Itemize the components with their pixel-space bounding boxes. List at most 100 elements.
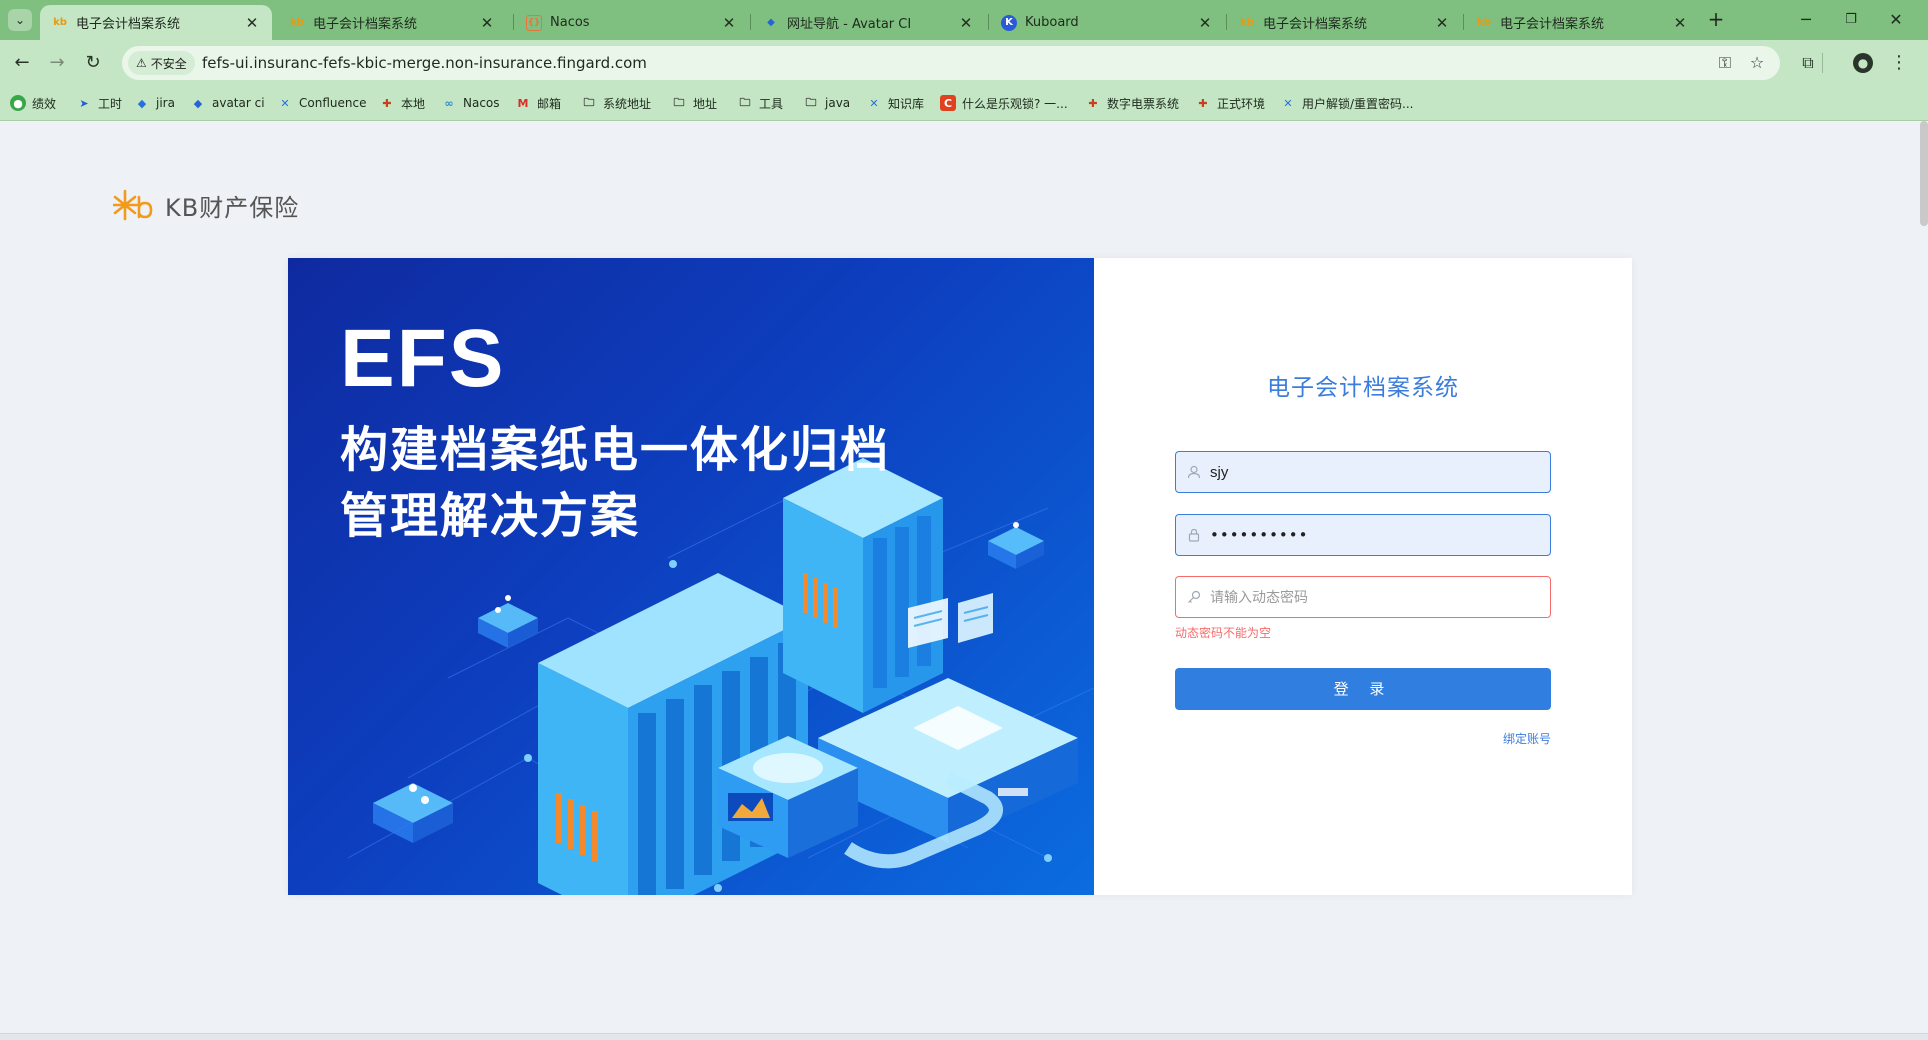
tab-kuboard[interactable]: K Kuboard ✕ [989,5,1225,40]
mail-icon: M [517,96,529,110]
bookmark-label: Confluence [299,96,367,110]
bookmark-label: 数字电票系统 [1107,96,1180,111]
tab-avatar-ci[interactable]: ◆ 网址导航 - Avatar CI ✕ [751,5,986,40]
login-card: EFS 构建档案纸电一体化归档 管理解决方案 电子会计档案系统 sjy ••••… [288,258,1632,895]
login-form: 电子会计档案系统 sjy •••••••••• 请输入动态密码 动态密码不能为空… [1094,258,1632,895]
avatar-diamond-icon: ◆ [767,17,775,28]
bookmark-item[interactable]: ◆ avatar ci [190,93,265,113]
tab-title: Kuboard [1025,15,1079,30]
bookmark-label: 绩效 [32,96,57,111]
lock-icon [1184,525,1204,545]
bookmark-label: 邮箱 [537,96,562,111]
username-field[interactable]: sjy [1175,451,1551,493]
back-arrow-icon[interactable]: ← [9,50,35,76]
nacos-favicon-icon: {} [526,14,542,31]
jira-icon: ◆ [137,96,147,110]
kb-favicon-icon: kb [1240,17,1254,28]
bookmark-item[interactable]: ✚ 数字电票系统 [1085,93,1179,113]
password-key-icon[interactable]: ⚿ [1714,52,1736,74]
more-menu-icon[interactable]: ⋮ [1886,50,1912,76]
bookmark-item[interactable]: ✚ 本地 [379,93,425,113]
close-icon[interactable]: ✕ [956,13,976,33]
new-tab-plus-icon[interactable]: + [1704,8,1728,32]
kb-favicon-icon: kb [290,17,304,28]
username-value: sjy [1210,463,1229,481]
close-icon[interactable]: ✕ [242,13,262,33]
bookmark-item[interactable]: C 什么是乐观锁? 一... [940,93,1068,113]
forward-arrow-icon[interactable]: → [44,50,70,76]
bookmark-star-icon[interactable]: ☆ [1746,52,1768,74]
bookmark-item[interactable]: M 邮箱 [515,93,562,113]
bookmark-item[interactable]: 🗀 工具 [737,93,784,113]
csdn-icon: C [940,95,956,111]
tab-strip: ⌄ kb 电子会计档案系统 ✕ kb 电子会计档案系统 ✕ {} Nacos ✕… [0,0,1928,40]
logo-text: KB财产保险 [165,193,300,222]
folder-icon: 🗀 [739,95,751,109]
bookmark-label: 系统地址 [603,96,652,111]
kuboard-favicon-icon: K [1001,14,1017,31]
reload-icon[interactable]: ↻ [80,50,106,76]
password-field[interactable]: •••••••••• [1175,514,1551,556]
nacos-infinity-icon: ∞ [444,96,454,110]
bookmark-label: 正式环境 [1217,96,1266,111]
folder-icon: 🗀 [583,95,595,109]
site-security-chip[interactable]: ⚠ 不安全 [128,51,195,75]
kb-star-logo-icon [113,189,153,221]
bookmark-item[interactable]: ➤ 工时 [76,93,122,113]
minimize-icon[interactable]: ─ [1786,6,1826,34]
page-body: KB财产保险 EFS 构建档案纸电一体化归档 管理解决方案 电子会计档案系统 s… [0,121,1928,1040]
otp-error-message: 动态密码不能为空 [1175,626,1272,640]
bookmark-label: jira [156,96,175,110]
bookmark-item[interactable]: ● 绩效 [10,93,56,113]
bookmark-item[interactable]: ◆ jira [134,93,175,113]
banner-title: EFS [340,313,506,404]
url-text[interactable]: fefs-ui.insuranc-fefs-kbic-merge.non-ins… [202,46,647,80]
bookmark-item[interactable]: ✕ 用户解锁/重置密码... [1280,93,1413,113]
avatar-diamond-icon: ◆ [193,96,203,110]
close-icon[interactable]: ✕ [719,13,739,33]
close-icon[interactable]: ✕ [1670,13,1690,33]
bookmark-item[interactable]: 🗀 地址 [671,93,718,113]
bind-account-link[interactable]: 绑定账号 [1503,730,1551,747]
promo-banner: EFS 构建档案纸电一体化归档 管理解决方案 [288,258,1094,895]
tab-title: 电子会计档案系统 [76,17,181,32]
restore-icon[interactable]: ❐ [1831,6,1871,34]
bookmark-item[interactable]: ∞ Nacos [441,93,500,113]
tab-title: 网址导航 - Avatar CI [787,17,912,32]
tab-efs-3[interactable]: kb 电子会计档案系统 ✕ [1227,5,1462,40]
window-close-icon[interactable]: ✕ [1876,6,1916,34]
scrollbar[interactable] [1920,121,1928,226]
tab-efs-2[interactable]: kb 电子会计档案系统 ✕ [277,5,507,40]
tab-efs-1[interactable]: kb 电子会计档案系统 ✕ [40,5,272,40]
tab-title: Nacos [550,15,590,30]
local-icon: ✚ [382,96,392,110]
bookmark-label: java [825,96,851,110]
bookmark-item[interactable]: 🗀 java [803,93,851,113]
tab-nacos[interactable]: {} Nacos ✕ [514,5,749,40]
password-value: •••••••••• [1210,526,1309,544]
user-icon [1184,462,1204,482]
tab-title: 电子会计档案系统 [1500,17,1605,32]
bookmark-item[interactable]: 🗀 系统地址 [581,93,652,113]
bookmarks-bar: ● 绩效 ➤ 工时 ◆ jira ◆ avatar ci ✕ Confluence ✚ 本地… [0,85,1928,121]
bookmark-item[interactable]: ✕ 知识库 [866,93,924,113]
bookmark-item[interactable]: ✚ 正式环境 [1195,93,1265,113]
close-icon[interactable]: ✕ [1432,13,1452,33]
key-icon [1184,587,1204,607]
bookmark-item[interactable]: ✕ Confluence [277,93,366,113]
otp-field[interactable]: 请输入动态密码 [1175,576,1551,618]
tab-efs-4[interactable]: kb 电子会计档案系统 ✕ [1464,5,1700,40]
address-bar[interactable]: ⚠ 不安全 fefs-ui.insuranc-fefs-kbic-merge.n… [122,46,1780,80]
tab-search-chevron-icon[interactable]: ⌄ [8,9,32,31]
warning-triangle-icon: ⚠ [136,56,147,70]
performance-icon: ● [10,95,26,111]
banner-subtitle-line2: 管理解决方案 [340,488,641,544]
close-icon[interactable]: ✕ [477,13,497,33]
confluence-icon: ✕ [869,96,879,110]
close-icon[interactable]: ✕ [1195,13,1215,33]
bookmark-label: Nacos [463,96,500,110]
login-button[interactable]: 登 录 [1175,668,1551,710]
profile-avatar-icon[interactable]: ● [1853,53,1873,73]
extensions-puzzle-icon[interactable]: ⧉ [1795,50,1821,76]
bookmark-label: avatar ci [212,96,265,110]
